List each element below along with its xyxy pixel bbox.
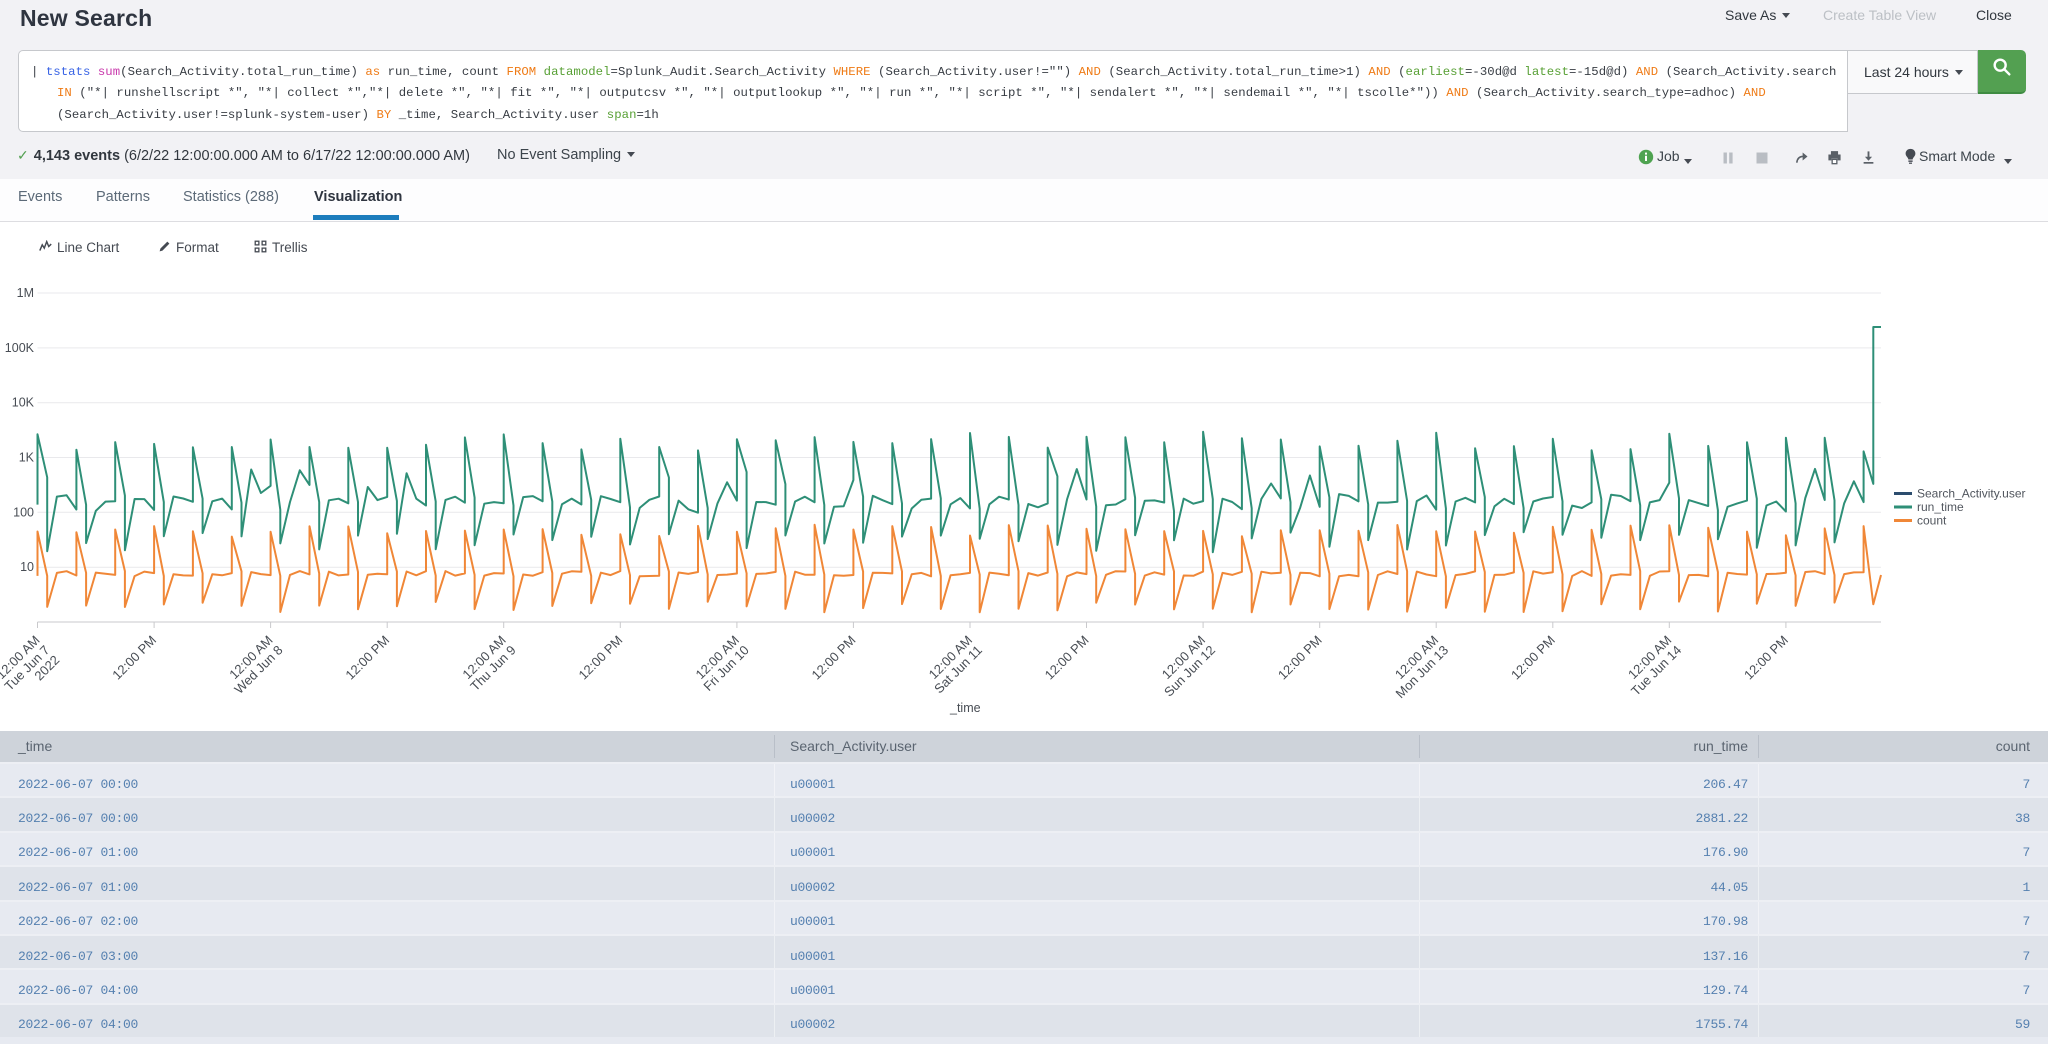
svg-text:12:00 PM: 12:00 PM <box>1275 633 1325 683</box>
svg-text:12:00 PM: 12:00 PM <box>809 633 859 683</box>
svg-text:1K: 1K <box>19 451 35 465</box>
svg-text:10K: 10K <box>12 396 35 410</box>
svg-text:10: 10 <box>20 560 34 574</box>
svg-text:12:00 AMFri Jun 10: 12:00 AMFri Jun 10 <box>691 633 752 694</box>
svg-text:12:00 AMSat Jun 11: 12:00 AMSat Jun 11 <box>921 633 985 697</box>
svg-text:12:00 AMTue Jun 14: 12:00 AMTue Jun 14 <box>1618 633 1684 699</box>
svg-text:12:00 AMSun Jun 12: 12:00 AMSun Jun 12 <box>1151 633 1218 700</box>
svg-text:12:00 PM: 12:00 PM <box>1042 633 1092 683</box>
svg-text:12:00 PM: 12:00 PM <box>109 633 159 683</box>
svg-text:12:00 AMWed Jun 8: 12:00 AMWed Jun 8 <box>221 633 285 697</box>
svg-text:12:00 AMTue Jun 72022: 12:00 AMTue Jun 72022 <box>0 633 62 704</box>
svg-text:1M: 1M <box>17 286 34 300</box>
svg-text:12:00 AMMon Jun 13: 12:00 AMMon Jun 13 <box>1383 633 1452 702</box>
svg-text:12:00 PM: 12:00 PM <box>575 633 625 683</box>
svg-text:_time: _time <box>949 701 981 715</box>
svg-text:12:00 PM: 12:00 PM <box>342 633 392 683</box>
svg-text:Search_Activity.user: Search_Activity.user <box>1917 487 2026 501</box>
svg-text:12:00 AMThu Jun 9: 12:00 AMThu Jun 9 <box>457 633 518 694</box>
svg-text:100K: 100K <box>5 341 35 355</box>
svg-text:100: 100 <box>13 505 34 519</box>
svg-text:count: count <box>1917 514 1947 528</box>
svg-text:12:00 PM: 12:00 PM <box>1508 633 1558 683</box>
svg-text:12:00 PM: 12:00 PM <box>1741 633 1791 683</box>
svg-text:run_time: run_time <box>1917 500 1964 514</box>
